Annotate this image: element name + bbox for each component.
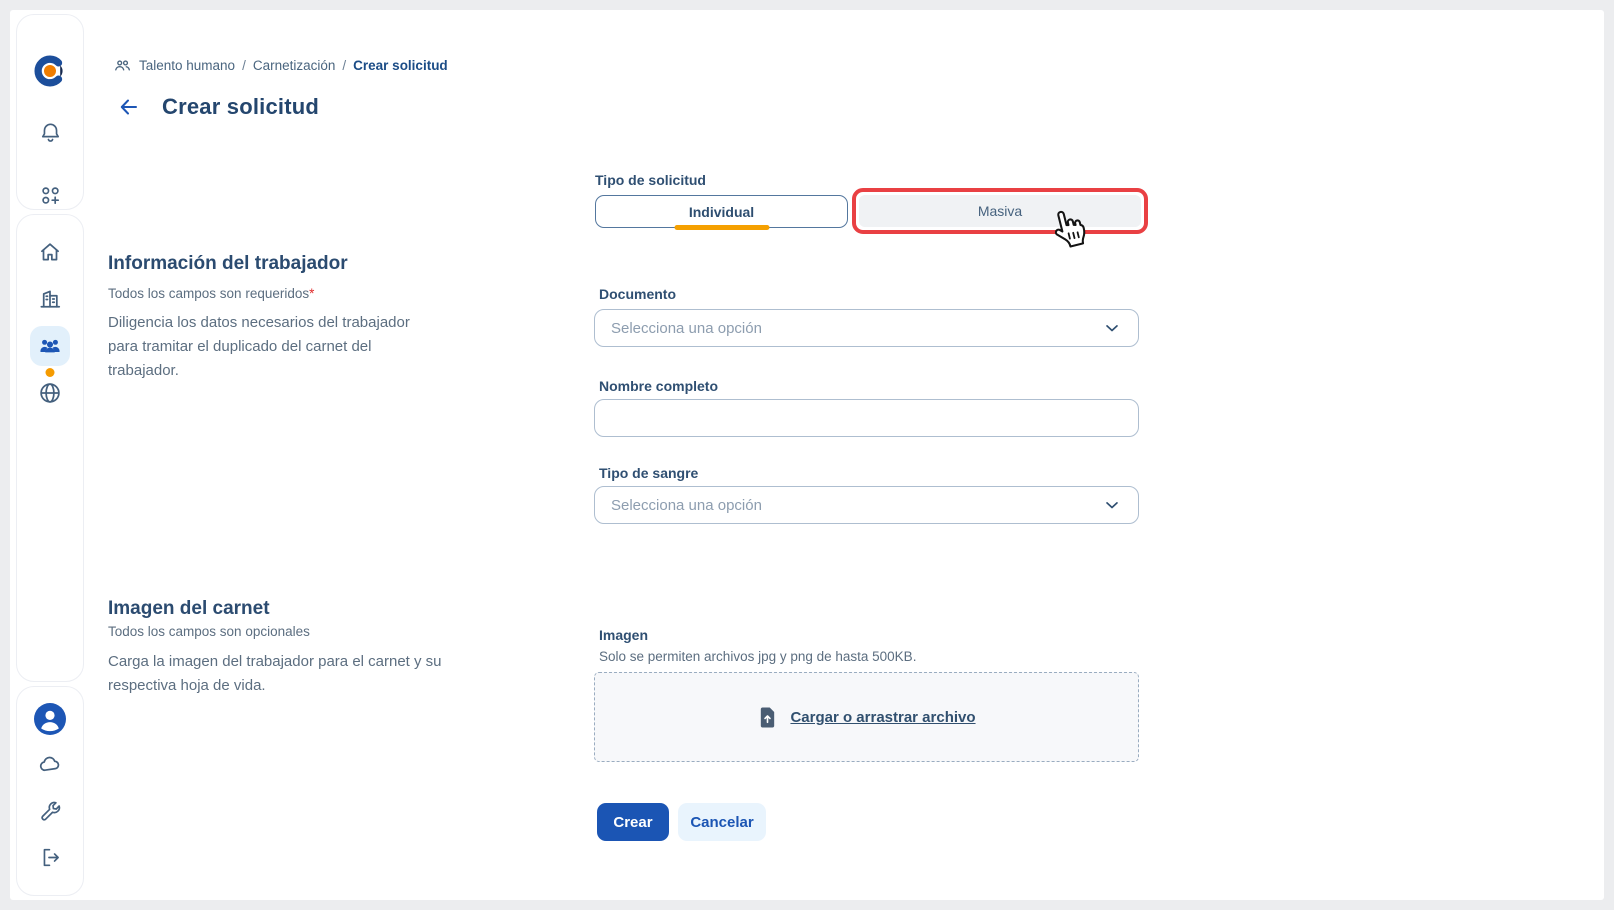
breadcrumb: Talento humano / Carnetización / Crear s…: [113, 55, 448, 75]
arrow-left-icon: [117, 95, 141, 119]
cloud-icon: [37, 752, 63, 778]
chevron-down-icon: [1102, 495, 1122, 515]
people-icon: [113, 56, 132, 75]
sidebar-top-card: [16, 14, 84, 210]
home-icon: [37, 239, 63, 265]
sidebar-item-cloud[interactable]: [30, 745, 70, 785]
building-icon: [37, 286, 63, 312]
carnet-section-description: Carga la imagen del trabajador para el c…: [108, 650, 458, 698]
create-button[interactable]: Crear: [597, 803, 669, 841]
sidebar-item-talent[interactable]: [30, 326, 70, 366]
cancel-button[interactable]: Cancelar: [678, 803, 766, 841]
chevron-down-icon: [1102, 318, 1122, 338]
documento-placeholder: Selecciona una opción: [611, 320, 1102, 337]
tipo-sangre-select[interactable]: Selecciona una opción: [594, 486, 1139, 524]
sidebar-item-logout[interactable]: [30, 837, 70, 877]
carnet-section-heading: Imagen del carnet: [108, 598, 270, 620]
apps-plus-icon: [38, 183, 63, 208]
nombre-completo-label: Nombre completo: [599, 378, 718, 394]
file-upload-icon: [757, 706, 778, 729]
back-button[interactable]: [117, 95, 141, 119]
breadcrumb-separator: /: [242, 58, 246, 73]
sidebar-item-tools[interactable]: [30, 791, 70, 831]
imagen-label: Imagen: [599, 627, 648, 643]
app-logo[interactable]: [30, 51, 70, 91]
required-asterisk: *: [309, 286, 314, 301]
sidebar-middle-card: [16, 214, 84, 682]
upload-link[interactable]: Cargar o arrastrar archivo: [790, 709, 975, 726]
tipo-sangre-label: Tipo de sangre: [599, 465, 698, 481]
logout-icon: [38, 845, 63, 870]
annotation-highlight-box: Masiva: [852, 188, 1148, 234]
sidebar-item-profile[interactable]: [30, 699, 70, 739]
documento-select[interactable]: Selecciona una opción: [594, 309, 1139, 347]
bell-icon: [38, 121, 63, 146]
globe-icon: [37, 380, 63, 406]
worker-note-text: Todos los campos son requeridos: [108, 286, 309, 301]
breadcrumb-separator: /: [342, 58, 346, 73]
worker-section-heading: Información del trabajador: [108, 253, 348, 275]
logo-icon: [30, 51, 70, 91]
nombre-completo-input[interactable]: [611, 400, 1122, 436]
app-window: Talento humano / Carnetización / Crear s…: [10, 10, 1604, 900]
page-title: Crear solicitud: [162, 94, 319, 120]
tipo-sangre-placeholder: Selecciona una opción: [611, 497, 1102, 514]
individual-button-label: Individual: [689, 204, 754, 220]
sidebar: [16, 14, 84, 896]
active-tab-underline: [674, 225, 769, 230]
request-type-individual-button[interactable]: Individual: [595, 195, 848, 228]
sidebar-bottom-card: [16, 686, 84, 896]
documento-label: Documento: [599, 286, 676, 302]
request-type-label: Tipo de solicitud: [595, 172, 706, 188]
imagen-hint: Solo se permiten archivos jpg y png de h…: [599, 649, 916, 664]
masiva-button-label: Masiva: [978, 203, 1022, 219]
sidebar-item-home[interactable]: [30, 232, 70, 272]
image-upload-dropzone[interactable]: Cargar o arrastrar archivo: [594, 672, 1139, 762]
worker-section-description: Diligencia los datos necesarios del trab…: [108, 311, 443, 383]
sidebar-item-notifications[interactable]: [30, 113, 70, 153]
avatar-icon: [33, 702, 67, 736]
sidebar-item-company[interactable]: [30, 279, 70, 319]
sidebar-item-globe[interactable]: [30, 373, 70, 413]
carnet-section-note: Todos los campos son opcionales: [108, 624, 310, 639]
sidebar-item-apps[interactable]: [30, 175, 70, 215]
breadcrumb-item-crear-solicitud: Crear solicitud: [353, 58, 448, 73]
people-group-icon: [37, 333, 63, 359]
worker-section-note: Todos los campos son requeridos*: [108, 286, 314, 301]
wrench-icon: [38, 799, 63, 824]
nombre-completo-field-wrap: [594, 399, 1139, 437]
breadcrumb-item-talento-humano[interactable]: Talento humano: [139, 58, 235, 73]
request-type-masiva-button[interactable]: Masiva: [859, 195, 1141, 227]
breadcrumb-item-carnetizacion[interactable]: Carnetización: [253, 58, 336, 73]
